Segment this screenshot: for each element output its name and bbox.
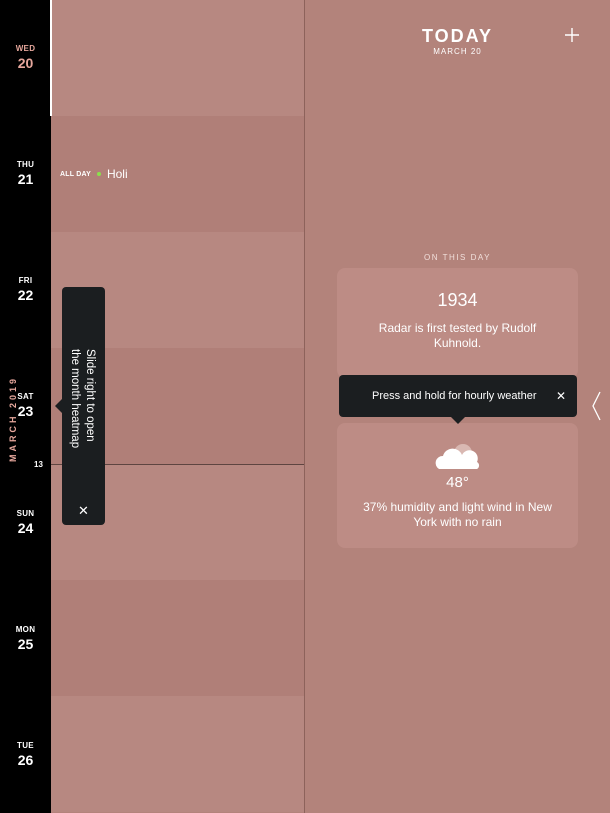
- day-of-week: WED: [15, 44, 36, 53]
- weather-summary: 37% humidity and light wind in New York …: [363, 500, 552, 529]
- heatmap-tooltip-arrow: [55, 399, 62, 413]
- day-number: 25: [17, 636, 34, 652]
- weather-card[interactable]: 48° 37% humidity and light wind in New Y…: [337, 423, 578, 548]
- day-number: 26: [17, 752, 34, 768]
- day-number: 24: [17, 520, 34, 536]
- page-date: MARCH 20: [433, 47, 482, 56]
- day-row-wed[interactable]: [51, 0, 304, 116]
- temperature: 48°: [446, 474, 469, 491]
- rail-day-wed[interactable]: WED 20: [0, 44, 51, 71]
- weather-tooltip-text: Press and hold for hourly weather: [372, 390, 537, 402]
- hour-label: 13: [34, 460, 43, 469]
- rail-day-tue[interactable]: TUE 26: [0, 741, 51, 768]
- day-row-mon[interactable]: [51, 580, 304, 696]
- day-of-week: TUE: [17, 741, 34, 750]
- day-row-tue[interactable]: [51, 696, 304, 812]
- day-of-week: MON: [15, 625, 36, 634]
- day-of-week: THU: [16, 160, 35, 169]
- event-dot-icon: [96, 172, 101, 176]
- on-this-day-card[interactable]: 1934 Radar is first tested by Rudolf Kuh…: [337, 268, 578, 378]
- day-number: 20: [17, 55, 34, 71]
- month-label-text: MARCH 2019: [8, 375, 18, 462]
- panel-divider: [304, 0, 305, 813]
- all-day-event[interactable]: ALL DAY Holi: [60, 167, 128, 181]
- chevron-left-icon[interactable]: [590, 391, 602, 426]
- plus-icon[interactable]: [561, 24, 583, 46]
- history-year: 1934: [437, 290, 478, 310]
- rail-day-mon[interactable]: MON 25: [0, 625, 51, 652]
- weather-tooltip-arrow: [451, 417, 465, 424]
- close-icon[interactable]: ✕: [75, 502, 92, 519]
- on-this-day-label: ON THIS DAY: [424, 253, 491, 262]
- history-text: Radar is first tested by Rudolf Kuhnold.: [378, 321, 537, 350]
- event-title: Holi: [106, 167, 128, 181]
- rail-day-sun[interactable]: SUN 24: [0, 509, 51, 536]
- rail-day-thu[interactable]: THU 21: [0, 160, 51, 187]
- rail-day-fri[interactable]: FRI 22: [0, 276, 51, 303]
- close-icon[interactable]: ✕: [553, 388, 569, 404]
- day-number: 21: [17, 171, 34, 187]
- all-day-tag: ALL DAY: [60, 170, 91, 178]
- day-of-week: SUN: [16, 509, 35, 518]
- day-number: 22: [17, 287, 34, 303]
- day-of-week: FRI: [18, 276, 33, 285]
- heatmap-tooltip-text: Slide right to open the month heatmap: [69, 349, 96, 449]
- cloud-icon: [433, 443, 483, 476]
